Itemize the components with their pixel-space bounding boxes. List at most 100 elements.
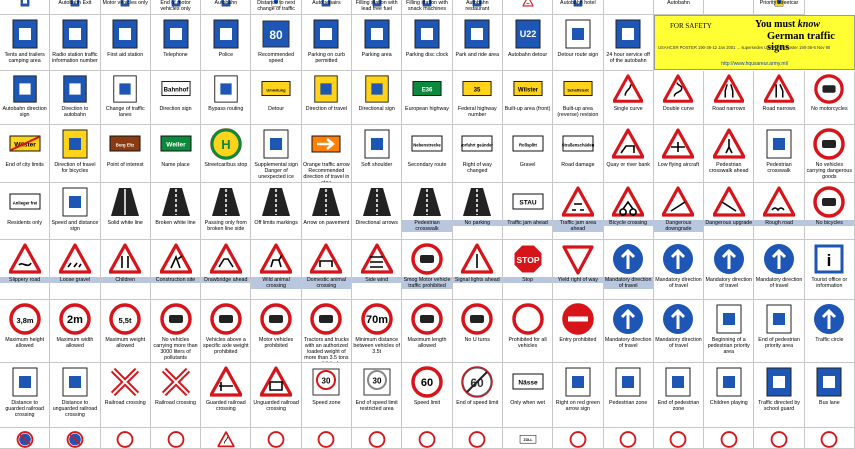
kids-sign-icon	[109, 243, 142, 274]
svg-text:Straßenschäden: Straßenschäden	[562, 143, 594, 148]
sign-cell: Traffic jam area ahead	[553, 183, 604, 240]
sign-cell: Distance to unguarded railroad crossing	[50, 363, 101, 428]
sign-caption: Maximum weight allowed	[105, 337, 146, 349]
axle-sign-icon	[210, 303, 242, 335]
sign-cell: Side wind	[352, 240, 403, 300]
speed-end-sign-icon: 60	[461, 366, 494, 398]
sign-cell: No motorcycles	[804, 71, 855, 125]
truck-sign-icon	[813, 128, 846, 160]
sign-caption: Only when wet	[510, 400, 545, 406]
sign-cell: Guarded railroad crossing	[201, 363, 252, 428]
white-sign-icon: Bahnhof	[160, 81, 191, 97]
svg-text:Umleitung: Umleitung	[267, 87, 287, 92]
school-blue-sign-icon	[766, 367, 792, 397]
deer-sign-icon	[260, 243, 293, 274]
sign-cell: 2m Maximum width allowed	[50, 300, 101, 363]
sign-cell: STAU Traffic jam ahead	[502, 183, 554, 240]
sign-cell: Speed and distance sign	[50, 183, 101, 240]
sign-cell: Motor vehicles prohibited	[251, 300, 302, 363]
sign-cell: Bahnhof Direction sign	[150, 71, 202, 125]
bike-yellow-sign-icon	[62, 129, 88, 159]
rail-bars-sign-icon	[12, 367, 38, 397]
svg-text:Nebenstrecke: Nebenstrecke	[413, 143, 441, 148]
service-blue-sign-icon	[615, 19, 641, 49]
sign-caption: Stop	[502, 277, 553, 283]
sign-cell: Broken white line	[150, 183, 202, 240]
sign-caption: Single curve	[613, 106, 643, 112]
gravel-sign-icon	[58, 243, 91, 274]
publisher-line: USAHCSR POSTER 190-36-12 Jan 2001 ... su…	[658, 45, 831, 50]
red-ring-sign-icon	[720, 431, 738, 448]
sign-caption: Road narrows	[762, 106, 796, 112]
sign-cell: Road narrows	[704, 71, 755, 125]
sign-cell	[754, 428, 805, 449]
sign-caption: Yield right of way	[553, 277, 603, 283]
sign-cell	[603, 0, 654, 15]
sign-cell: Prohibited for all vehicles	[502, 300, 554, 363]
sign-cell	[704, 0, 755, 15]
shoulder-white-sign-icon	[364, 129, 390, 159]
sign-caption: Autobahn	[214, 0, 238, 6]
pedzone-sign-icon	[716, 304, 742, 334]
pedzone2-end-sign-icon	[665, 367, 691, 397]
sign-cell: 60 End of speed limit	[452, 363, 503, 428]
svg-text:Burg Eltz: Burg Eltz	[116, 143, 134, 148]
sign-caption: Traffic jam area ahead	[553, 220, 603, 232]
sign-caption: Soft shoulder	[361, 162, 393, 168]
sign-cell: Wilster Built-up area (front)	[502, 71, 554, 125]
arrows-sign-icon	[362, 188, 391, 216]
sign-cell: Solid white line	[100, 183, 151, 240]
sign-cell: Bus lane	[804, 363, 855, 428]
sign-caption: Distance to guarded railroad crossing	[5, 400, 44, 418]
light-arrow-sign-icon	[565, 367, 591, 397]
sign-cell: Construction site	[150, 240, 202, 300]
sign-caption: Detour route sign	[557, 52, 599, 58]
svg-text:5,5t: 5,5t	[119, 316, 132, 325]
sign-caption: Pedestrian crosswalk	[766, 162, 792, 174]
sign-cell: Bicycle crossing	[603, 183, 654, 240]
sign-caption: Prohibited for all vehicles	[508, 337, 547, 349]
sign-caption: Police	[218, 52, 234, 58]
sign-cell: 3,8m Maximum height allowed	[0, 300, 51, 363]
sign-caption: Side wind	[352, 277, 402, 283]
zebra-sign-icon	[412, 188, 441, 216]
brown-sign-icon: Burg Eltz	[109, 135, 141, 152]
sign-caption: End of city limits	[5, 162, 44, 168]
speed-white-sign-icon	[62, 187, 88, 217]
sign-caption: Beginning of a pedestrian priority area	[707, 337, 750, 355]
sign-cell: Single curve	[603, 71, 654, 125]
ped-sign-icon	[712, 128, 745, 159]
detour-blue-sign-icon: U22	[515, 19, 541, 49]
sign-caption: Loose gravel	[50, 277, 100, 283]
sign-caption: Supplemental sign Danger of unexpected i…	[254, 162, 298, 180]
poster-header: FOR SAFETY You must know German traffic …	[654, 15, 855, 70]
rough-sign-icon	[763, 186, 796, 217]
sign-caption: Construction site	[150, 277, 201, 283]
sign-cell: Direction of travel for bicycles	[50, 125, 101, 183]
sign-caption: Federal highway number	[457, 106, 497, 118]
svg-text:Bahnhof: Bahnhof	[163, 86, 189, 93]
sign-caption: Mandatory direction of travel	[603, 277, 653, 289]
sign-cell	[0, 0, 51, 15]
sign-caption: Bicycle crossing	[603, 220, 653, 226]
for-safety-text: FOR SAFETY	[670, 22, 712, 30]
plain-sign-icon: STAU	[512, 193, 544, 210]
sign-caption: Minimum distance between vehicles of 3.5…	[353, 337, 400, 355]
dir-blue-sign-icon	[12, 75, 37, 103]
sign-caption: Distance to unguarded railroad crossing	[52, 400, 98, 418]
sign-cell: Yield right of way	[553, 240, 604, 300]
sign-cell: Park and ride area	[452, 15, 503, 71]
sign-caption: Change of traffic lanes	[105, 106, 145, 118]
sign-cell: Unguarded railroad crossing	[251, 363, 302, 428]
sign-caption: Auto repairs	[312, 0, 341, 6]
sign-cell: Filling station with lead free fuel	[352, 0, 403, 15]
speed-sign-icon: 60	[411, 366, 443, 398]
sign-cell: Vehicles above a specific axle weight pr…	[201, 300, 252, 363]
sign-caption: Railroad crossing	[155, 400, 196, 406]
car-sign-icon	[260, 303, 292, 335]
sign-caption: Autobahn	[667, 0, 690, 6]
sign-caption: Built-up area (reverse) revision	[557, 106, 599, 118]
sign-cell: Children playing	[704, 363, 755, 428]
sign-cell: 35 Federal highway number	[452, 71, 503, 125]
wet-sign-icon: Nässe	[512, 373, 544, 390]
